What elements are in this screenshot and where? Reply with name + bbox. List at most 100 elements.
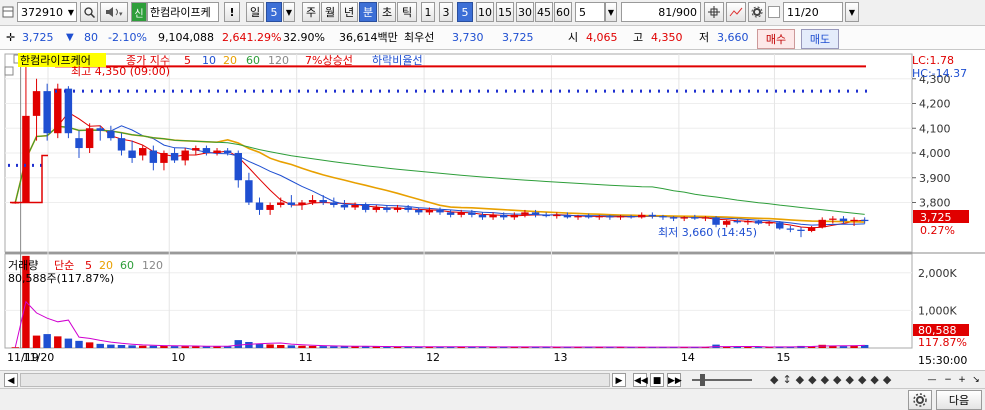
data-count-value: 81 — [658, 5, 673, 19]
next-button[interactable]: 다음 — [936, 390, 982, 410]
candle-body — [139, 148, 147, 156]
bottom-bar: 다음 — [0, 388, 985, 410]
candle-body — [340, 204, 349, 208]
candle-body — [744, 221, 752, 223]
candle-body — [712, 217, 720, 225]
candle-body — [128, 150, 136, 158]
period-week-button[interactable]: 주 — [302, 2, 320, 22]
candle-body — [478, 214, 487, 218]
candle-body — [330, 202, 338, 205]
chart-area[interactable]: 4,300 4,200 4,100 4,000 3,900 3,800 2,000K 1,00… — [0, 50, 985, 370]
period-dropdown-icon[interactable]: ▼ — [283, 2, 295, 22]
data-count-field[interactable]: 81 /900 — [621, 2, 701, 22]
sound-icon[interactable]: ▾ — [100, 2, 128, 22]
period-second-button[interactable]: 초 — [378, 2, 396, 22]
volume-bar — [96, 343, 104, 348]
layout-icon[interactable] — [1, 2, 15, 22]
minute-1-button[interactable]: 1 — [421, 2, 435, 22]
zoom-out-icon[interactable]: — — [925, 373, 939, 387]
bid-price: 3,725 — [502, 31, 534, 44]
drawing-tools-icons[interactable]: ◆↕◆◆◆◆◆◆◆◆ — [770, 373, 895, 386]
x-axis-label: 14 — [681, 351, 695, 364]
candle-body — [807, 227, 816, 231]
candle-body — [648, 214, 657, 217]
candle-body — [553, 214, 561, 217]
candle-body — [722, 221, 731, 225]
table-view-icon[interactable] — [4, 66, 14, 76]
x-axis-label: 13 — [553, 351, 567, 364]
candle-body — [446, 212, 455, 215]
candle-body — [499, 214, 508, 218]
zoom-minus-icon[interactable]: − — [941, 373, 955, 387]
candlestick-chart[interactable]: 4,3004,2004,1004,0003,9003,8002,000K1,00… — [0, 50, 985, 370]
period-day-button[interactable]: 일 — [246, 2, 264, 22]
candle-body — [860, 219, 869, 222]
stock-code-input[interactable]: 372910 ▼ — [17, 2, 77, 22]
volume-bar — [64, 338, 73, 348]
line-chart-icon[interactable] — [726, 2, 746, 22]
candle-body — [319, 200, 327, 203]
settings-gear-icon[interactable] — [748, 2, 766, 22]
minute-3-button[interactable]: 3 — [439, 2, 453, 22]
period-year-button[interactable]: 년 — [340, 2, 358, 22]
candle-body — [277, 202, 285, 205]
candle-body — [627, 216, 635, 218]
search-icon[interactable] — [80, 2, 98, 22]
date-input[interactable]: 11/20 — [783, 2, 843, 22]
minute-45-button[interactable]: 45 — [535, 2, 553, 22]
candle-body — [574, 216, 582, 218]
candle-body — [436, 209, 444, 213]
crosshair-icon[interactable] — [704, 2, 724, 22]
ma-legend-20: 20 — [223, 54, 237, 67]
candle-body — [96, 128, 104, 131]
expand-icon[interactable]: ↘ — [969, 373, 983, 387]
low-price: 3,660 — [717, 31, 749, 44]
period-tick-button[interactable]: 틱 — [397, 2, 417, 22]
candle-body — [468, 212, 476, 215]
zoom-in-icon[interactable]: + — [955, 373, 969, 387]
period-minute-button[interactable]: 분 — [359, 2, 377, 22]
prev-page-icon[interactable]: ◀◀ — [633, 373, 648, 387]
candle-body — [192, 148, 200, 151]
volume-bar — [170, 346, 179, 348]
next-page-icon[interactable]: ▶▶ — [667, 373, 682, 387]
candle-body — [425, 209, 434, 213]
alert-button[interactable]: ! — [224, 2, 240, 22]
volume-bar — [287, 345, 296, 348]
minute-30-button[interactable]: 30 — [516, 2, 534, 22]
price-tick-label: 3,800 — [919, 197, 951, 210]
scroll-left-icon[interactable]: ◀ — [4, 373, 18, 387]
interval-dropdown-icon[interactable]: ▼ — [605, 2, 617, 22]
minute-10-button[interactable]: 10 — [476, 2, 494, 22]
stock-name: 한컴라이프케 — [147, 2, 219, 22]
minute-15-button[interactable]: 15 — [496, 2, 514, 22]
navigation-bar: ◀ ▶ ◀◀ ■ ▶▶ ◆↕◆◆◆◆◆◆◆◆ — − + ↘ — [0, 370, 985, 388]
candle-body — [393, 207, 402, 210]
volume-title: 거래량 — [8, 259, 38, 272]
minute-60-button[interactable]: 60 — [554, 2, 572, 22]
candle-body — [669, 217, 678, 219]
candle-body — [287, 202, 296, 205]
candle-body — [404, 207, 412, 210]
custom-interval-input[interactable]: 5 — [575, 2, 605, 22]
date-dropdown-icon[interactable]: ▼ — [845, 2, 859, 22]
candle-body — [818, 219, 826, 228]
best-ask-label: 최우선 — [404, 31, 435, 44]
volume-bar — [234, 340, 242, 348]
stop-icon[interactable]: ■ — [650, 373, 664, 387]
volume-bar — [330, 346, 338, 348]
horizontal-scrollbar[interactable] — [20, 373, 610, 387]
buy-button[interactable]: 매수 — [757, 29, 795, 49]
scroll-right-icon[interactable]: ▶ — [612, 373, 626, 387]
candle-body — [489, 214, 497, 218]
trade-amount: 36,614백만 — [339, 31, 398, 44]
sell-button[interactable]: 매도 — [801, 29, 839, 49]
zoom-slider-handle[interactable] — [700, 374, 705, 386]
date-checkbox[interactable] — [768, 6, 780, 18]
quote-strip: ✛ 3,725 ▼ 80 -2.10% 9,104,088 2,641.29% … — [0, 26, 985, 50]
options-gear-icon[interactable] — [908, 390, 932, 410]
candle-body — [181, 150, 189, 161]
period-day-count[interactable]: 5 — [266, 2, 282, 22]
minute-5-button[interactable]: 5 — [457, 2, 473, 22]
period-month-button[interactable]: 월 — [321, 2, 339, 22]
